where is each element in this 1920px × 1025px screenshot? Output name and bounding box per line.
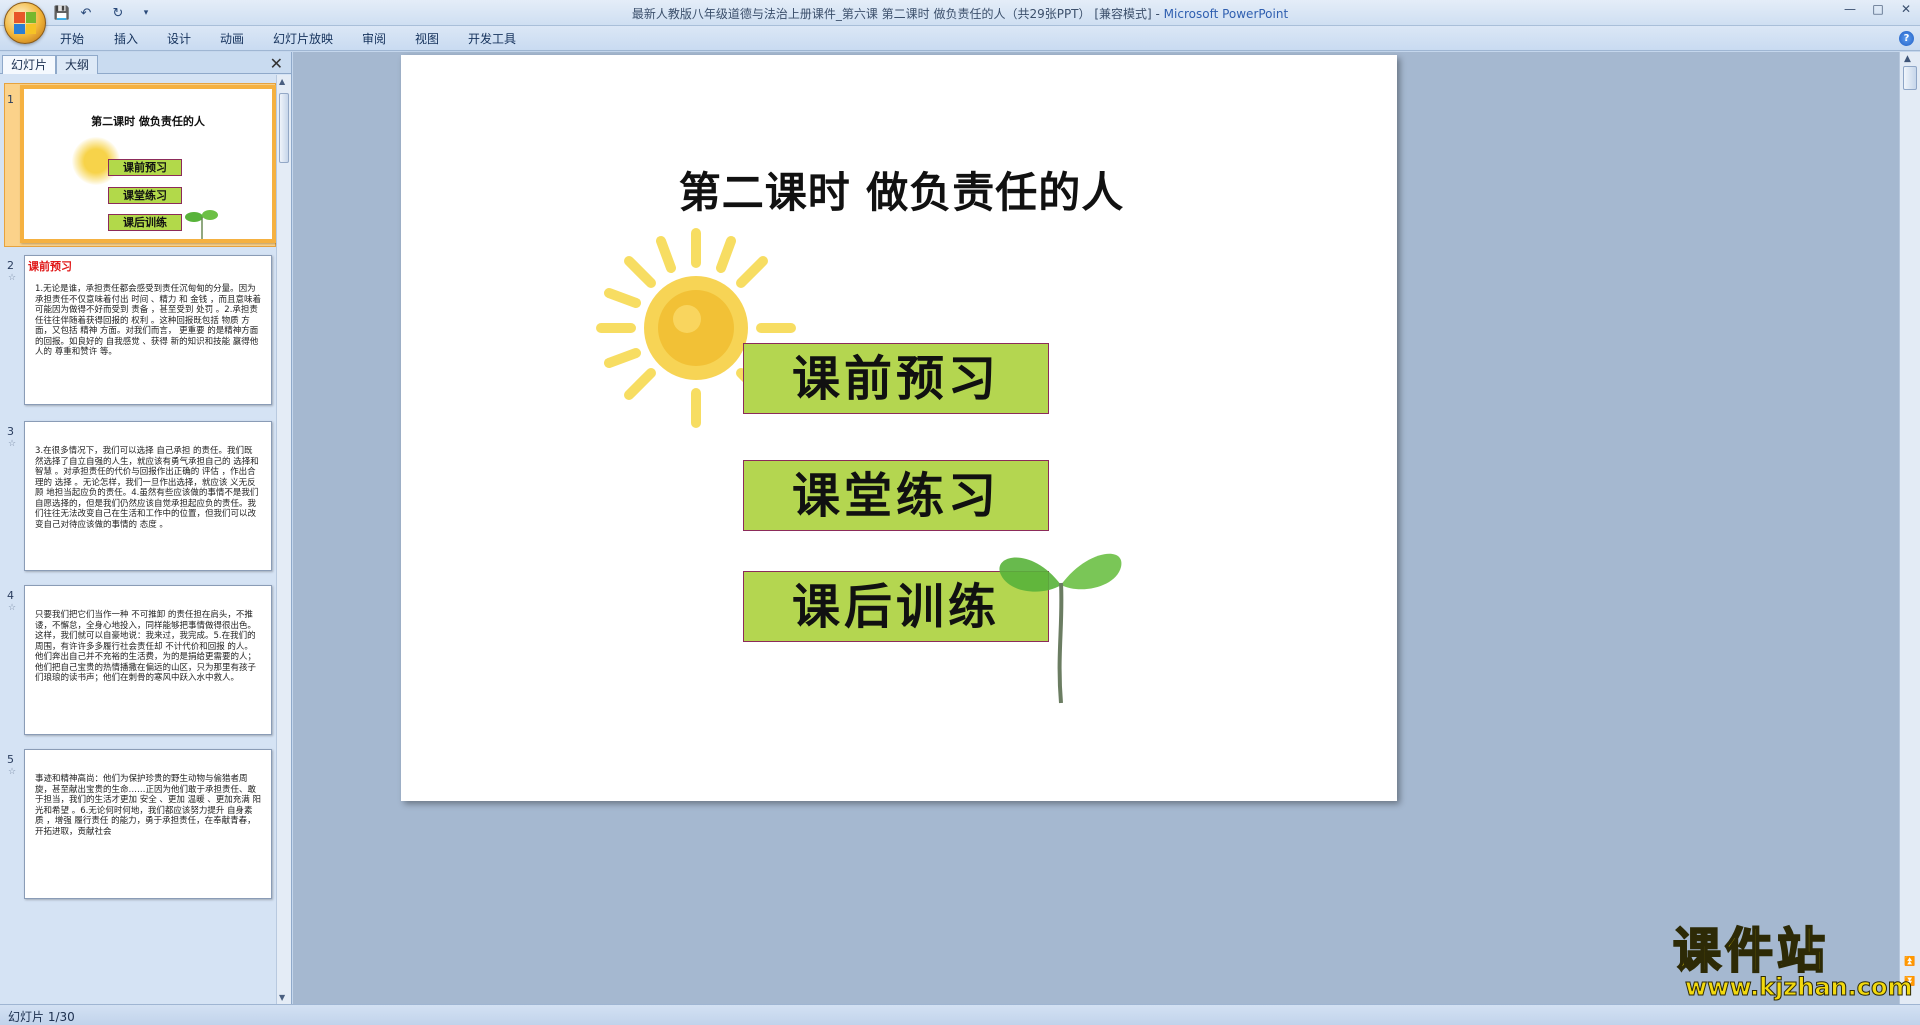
- window-title: 最新人教版八年级道德与法治上册课件_第六课 第二课时 做负责任的人（共29张PP…: [631, 7, 1289, 21]
- sprout-icon: [185, 210, 218, 239]
- animation-star-icon: ☆: [8, 273, 17, 283]
- ribbon-tabs: 开始 插入 设计 动画 幻灯片放映 审阅 视图 开发工具 ?: [0, 26, 1920, 51]
- maximize-button[interactable]: □: [1864, 2, 1892, 20]
- thumbnail-frame: 3.在很多情况下，我们可以选择 自己承担 的责任。我们既然选择了自立自强的人生，…: [24, 421, 272, 571]
- slide-scrollbar[interactable]: ▲ ⏫ ⏬: [1899, 52, 1920, 1004]
- thumbnail-button: 课后训练: [108, 214, 182, 231]
- watermark-logo: 课件站 www.kjzhan.com: [1665, 923, 1913, 1003]
- slide-number: 3: [7, 425, 14, 438]
- tab-outline[interactable]: 大纲: [56, 55, 99, 74]
- slide-title[interactable]: 第二课时 做负责任的人: [401, 159, 1397, 220]
- title-bar: 💾 ↶ ↻ ▾ 最新人教版八年级道德与法治上册课件_第六课 第二课时 做负责任的…: [0, 0, 1920, 26]
- thumbnail-title: 第二课时 做负责任的人: [91, 115, 205, 128]
- thumbnail-list: 1 第二课时 做负责任的人 课前预习 课堂练习 课后训练 2 ☆ 课前预习 1.…: [0, 75, 276, 1004]
- scroll-up-icon[interactable]: ▲: [1904, 54, 1911, 64]
- slide-number: 5: [7, 753, 14, 766]
- pane-close-icon[interactable]: ✕: [270, 54, 283, 73]
- thumbnail-frame: 只要我们把它们当作一种 不可推卸 的责任担在肩头，不推诿，不懈怠，全身心地投入，…: [24, 585, 272, 735]
- tab-animations[interactable]: 动画: [220, 30, 244, 47]
- thumbnail-text: 事迹和精神高尚：他们为保护珍贵的野生动物与偷猎者周旋，甚至献出宝贵的生命……正因…: [35, 774, 262, 837]
- thumbnail-scrollbar[interactable]: ▲ ▼: [276, 75, 291, 1004]
- thumbnail-frame: 课前预习 1.无论是谁，承担责任都会感受到责任沉甸甸的分量。因为承担责任不仅意味…: [24, 255, 272, 405]
- thumbnail-heading: 课前预习: [28, 260, 72, 273]
- tab-slideshow[interactable]: 幻灯片放映: [273, 30, 333, 47]
- thumbnail-frame: 第二课时 做负责任的人 课前预习 课堂练习 课后训练: [20, 85, 276, 243]
- document-title: 最新人教版八年级道德与法治上册课件_第六课 第二课时 做负责任的人（共29张PP…: [631, 7, 1152, 21]
- slide-number: 2: [7, 259, 14, 272]
- tab-slides[interactable]: 幻灯片: [2, 55, 57, 74]
- animation-star-icon: ☆: [8, 603, 17, 613]
- preview-button[interactable]: 课前预习: [743, 343, 1049, 414]
- slide-counter: 幻灯片 1/30: [8, 1010, 75, 1024]
- scroll-down-icon[interactable]: ▼: [279, 993, 285, 1002]
- thumbnail-text: 3.在很多情况下，我们可以选择 自己承担 的责任。我们既然选择了自立自强的人生，…: [35, 446, 259, 530]
- scrollbar-thumb[interactable]: [279, 93, 289, 163]
- tab-review[interactable]: 审阅: [362, 30, 386, 47]
- tab-design[interactable]: 设计: [167, 30, 191, 47]
- watermark-url: www.kjzhan.com: [1684, 973, 1913, 1002]
- minimize-button[interactable]: —: [1836, 2, 1864, 20]
- tab-view[interactable]: 视图: [415, 30, 439, 47]
- sprout-icon: [999, 553, 1122, 704]
- scroll-up-icon[interactable]: ▲: [279, 77, 285, 86]
- thumbnail-text: 只要我们把它们当作一种 不可推卸 的责任担在肩头，不推诿，不懈怠，全身心地投入，…: [35, 610, 257, 683]
- thumbnail-button: 课前预习: [108, 159, 182, 176]
- slide-canvas[interactable]: 第二课时 做负责任的人 课前预习 课堂练习 课后训练: [401, 55, 1397, 801]
- office-logo-icon: [14, 12, 36, 34]
- slide-editor: 第二课时 做负责任的人 课前预习 课堂练习 课后训练: [293, 52, 1899, 1004]
- thumbnail-text: 1.无论是谁，承担责任都会感受到责任沉甸甸的分量。因为承担责任不仅意味着付出 时…: [35, 284, 262, 357]
- status-bar: 幻灯片 1/30: [0, 1004, 1920, 1025]
- slide-number: 1: [7, 93, 14, 106]
- slides-pane: 幻灯片 大纲 ✕ 1 第二课时 做负责任的人 课前预习 课堂练习 课后训练 2: [0, 52, 292, 1004]
- pane-tabs: 幻灯片 大纲 ✕: [0, 52, 291, 74]
- scrollbar-thumb[interactable]: [1903, 66, 1917, 90]
- animation-star-icon: ☆: [8, 439, 17, 449]
- tab-home[interactable]: 开始: [60, 30, 84, 47]
- office-button[interactable]: [4, 2, 46, 44]
- animation-star-icon: ☆: [8, 767, 17, 777]
- tab-developer[interactable]: 开发工具: [468, 30, 516, 47]
- app-name: Microsoft PowerPoint: [1163, 7, 1289, 21]
- close-button[interactable]: ✕: [1892, 2, 1920, 20]
- prev-slide-icon[interactable]: ⏫: [1904, 957, 1915, 967]
- watermark-text: 课件站: [1672, 923, 1830, 979]
- help-icon[interactable]: ?: [1899, 31, 1914, 46]
- thumbnail-button: 课堂练习: [108, 187, 182, 204]
- tab-insert[interactable]: 插入: [114, 30, 138, 47]
- thumbnail-frame: 事迹和精神高尚：他们为保护珍贵的野生动物与偷猎者周旋，甚至献出宝贵的生命……正因…: [24, 749, 272, 899]
- practice-button[interactable]: 课堂练习: [743, 460, 1049, 531]
- slide-number: 4: [7, 589, 14, 602]
